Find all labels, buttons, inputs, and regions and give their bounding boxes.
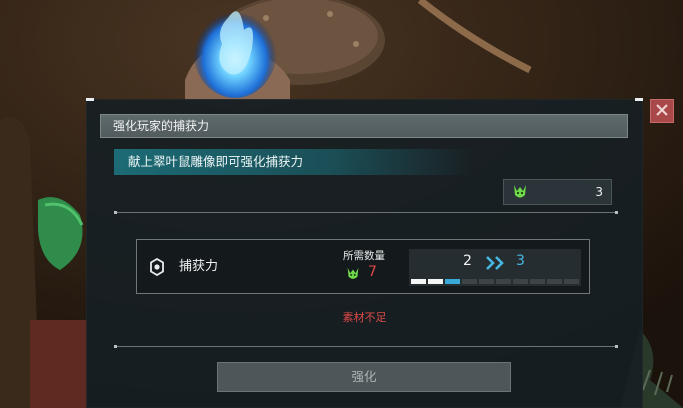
stat-name: 捕获力 xyxy=(179,259,219,274)
double-chevron-right-icon xyxy=(485,255,507,274)
enhance-capture-dialog: 强化玩家的捕获力 献上翠叶鼠雕像即可强化捕获力 3 捕获力 所需数量 7 2 3… xyxy=(86,98,643,408)
dialog-description: 献上翠叶鼠雕像即可强化捕获力 xyxy=(114,149,474,175)
level-progress-segment xyxy=(547,279,562,284)
level-progress-segment xyxy=(428,279,443,284)
dialog-corner-marker xyxy=(635,98,643,101)
level-progress-segment xyxy=(496,279,511,284)
insufficient-materials-warning: 素材不足 xyxy=(342,311,387,324)
level-progress-segment xyxy=(479,279,494,284)
next-level: 3 xyxy=(516,253,525,269)
required-amount-label: 所需数量 xyxy=(343,250,385,262)
enhance-button[interactable]: 强化 xyxy=(217,362,511,392)
dialog-corner-marker xyxy=(86,98,94,101)
level-progress-segment xyxy=(462,279,477,284)
leaf-mouse-statue-icon xyxy=(344,266,362,286)
level-progress-bar xyxy=(411,279,579,284)
level-progress-segment xyxy=(513,279,528,284)
divider xyxy=(114,211,618,214)
current-level: 2 xyxy=(463,253,472,269)
divider xyxy=(114,345,618,348)
close-icon xyxy=(655,102,669,121)
required-amount-value: 7 xyxy=(368,264,377,280)
owned-count: 3 xyxy=(595,185,603,199)
owned-material-counter: 3 xyxy=(503,179,612,205)
capture-power-panel: 捕获力 所需数量 7 2 3 xyxy=(136,239,590,294)
level-progress-segment xyxy=(564,279,579,284)
level-progress-segment xyxy=(530,279,545,284)
dialog-title: 强化玩家的捕获力 xyxy=(100,114,628,138)
level-upgrade-box: 2 3 xyxy=(409,249,581,286)
capture-power-icon xyxy=(149,257,165,280)
level-progress-segment xyxy=(411,279,426,284)
close-button[interactable] xyxy=(650,99,674,123)
leaf-mouse-statue-icon xyxy=(510,183,530,205)
level-progress-segment xyxy=(445,279,460,284)
